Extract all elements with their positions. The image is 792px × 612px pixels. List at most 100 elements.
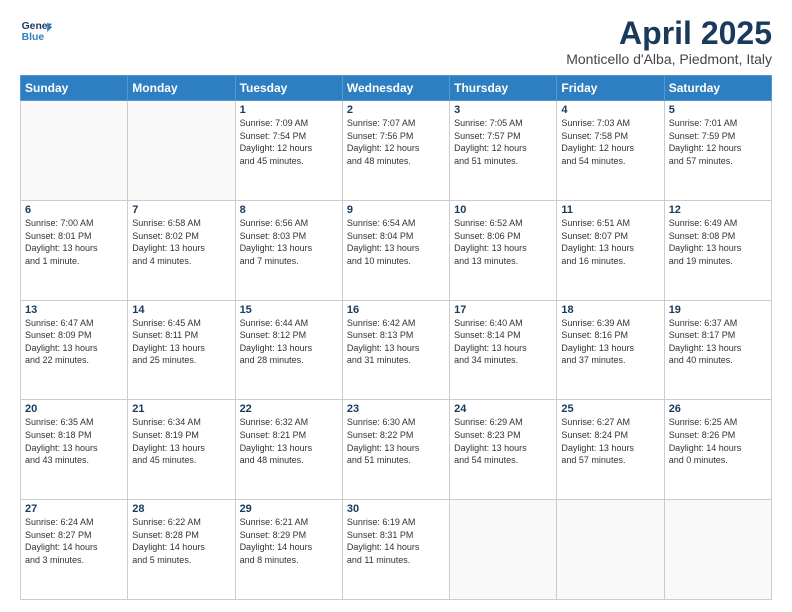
col-header-sunday: Sunday	[21, 76, 128, 101]
calendar-cell: 19Sunrise: 6:37 AMSunset: 8:17 PMDayligh…	[664, 300, 771, 400]
day-number: 15	[240, 304, 338, 316]
day-info: Sunrise: 6:32 AMSunset: 8:21 PMDaylight:…	[240, 416, 338, 466]
day-number: 12	[669, 204, 767, 216]
calendar-cell	[128, 101, 235, 201]
calendar-cell: 26Sunrise: 6:25 AMSunset: 8:26 PMDayligh…	[664, 400, 771, 500]
calendar-cell: 30Sunrise: 6:19 AMSunset: 8:31 PMDayligh…	[342, 500, 449, 600]
day-info: Sunrise: 6:24 AMSunset: 8:27 PMDaylight:…	[25, 516, 123, 566]
svg-text:Blue: Blue	[22, 32, 45, 43]
header: General Blue April 2025 Monticello d'Alb…	[20, 16, 772, 67]
day-info: Sunrise: 6:45 AMSunset: 8:11 PMDaylight:…	[132, 317, 230, 367]
day-info: Sunrise: 7:07 AMSunset: 7:56 PMDaylight:…	[347, 117, 445, 167]
day-number: 24	[454, 403, 552, 415]
calendar-cell: 21Sunrise: 6:34 AMSunset: 8:19 PMDayligh…	[128, 400, 235, 500]
day-info: Sunrise: 7:09 AMSunset: 7:54 PMDaylight:…	[240, 117, 338, 167]
day-number: 28	[132, 503, 230, 515]
week-row-4: 20Sunrise: 6:35 AMSunset: 8:18 PMDayligh…	[21, 400, 772, 500]
day-number: 3	[454, 104, 552, 116]
day-info: Sunrise: 7:03 AMSunset: 7:58 PMDaylight:…	[561, 117, 659, 167]
calendar-cell: 14Sunrise: 6:45 AMSunset: 8:11 PMDayligh…	[128, 300, 235, 400]
day-info: Sunrise: 6:39 AMSunset: 8:16 PMDaylight:…	[561, 317, 659, 367]
calendar-cell: 9Sunrise: 6:54 AMSunset: 8:04 PMDaylight…	[342, 200, 449, 300]
calendar-cell: 2Sunrise: 7:07 AMSunset: 7:56 PMDaylight…	[342, 101, 449, 201]
day-number: 20	[25, 403, 123, 415]
calendar-cell: 11Sunrise: 6:51 AMSunset: 8:07 PMDayligh…	[557, 200, 664, 300]
day-info: Sunrise: 7:05 AMSunset: 7:57 PMDaylight:…	[454, 117, 552, 167]
week-row-5: 27Sunrise: 6:24 AMSunset: 8:27 PMDayligh…	[21, 500, 772, 600]
day-number: 1	[240, 104, 338, 116]
calendar-cell: 6Sunrise: 7:00 AMSunset: 8:01 PMDaylight…	[21, 200, 128, 300]
logo: General Blue	[20, 16, 52, 48]
day-number: 16	[347, 304, 445, 316]
day-info: Sunrise: 6:52 AMSunset: 8:06 PMDaylight:…	[454, 217, 552, 267]
col-header-thursday: Thursday	[450, 76, 557, 101]
week-row-1: 1Sunrise: 7:09 AMSunset: 7:54 PMDaylight…	[21, 101, 772, 201]
day-number: 21	[132, 403, 230, 415]
calendar-cell: 24Sunrise: 6:29 AMSunset: 8:23 PMDayligh…	[450, 400, 557, 500]
day-number: 4	[561, 104, 659, 116]
day-number: 18	[561, 304, 659, 316]
day-info: Sunrise: 6:29 AMSunset: 8:23 PMDaylight:…	[454, 416, 552, 466]
calendar-cell: 5Sunrise: 7:01 AMSunset: 7:59 PMDaylight…	[664, 101, 771, 201]
calendar-cell	[21, 101, 128, 201]
day-info: Sunrise: 6:54 AMSunset: 8:04 PMDaylight:…	[347, 217, 445, 267]
calendar-cell: 23Sunrise: 6:30 AMSunset: 8:22 PMDayligh…	[342, 400, 449, 500]
day-info: Sunrise: 7:00 AMSunset: 8:01 PMDaylight:…	[25, 217, 123, 267]
day-number: 9	[347, 204, 445, 216]
day-info: Sunrise: 6:44 AMSunset: 8:12 PMDaylight:…	[240, 317, 338, 367]
day-number: 17	[454, 304, 552, 316]
calendar: SundayMondayTuesdayWednesdayThursdayFrid…	[20, 75, 772, 600]
day-info: Sunrise: 6:40 AMSunset: 8:14 PMDaylight:…	[454, 317, 552, 367]
day-info: Sunrise: 6:19 AMSunset: 8:31 PMDaylight:…	[347, 516, 445, 566]
day-number: 29	[240, 503, 338, 515]
calendar-cell: 22Sunrise: 6:32 AMSunset: 8:21 PMDayligh…	[235, 400, 342, 500]
calendar-cell: 29Sunrise: 6:21 AMSunset: 8:29 PMDayligh…	[235, 500, 342, 600]
col-header-tuesday: Tuesday	[235, 76, 342, 101]
day-number: 14	[132, 304, 230, 316]
day-info: Sunrise: 6:34 AMSunset: 8:19 PMDaylight:…	[132, 416, 230, 466]
week-row-2: 6Sunrise: 7:00 AMSunset: 8:01 PMDaylight…	[21, 200, 772, 300]
day-info: Sunrise: 6:35 AMSunset: 8:18 PMDaylight:…	[25, 416, 123, 466]
col-header-monday: Monday	[128, 76, 235, 101]
calendar-cell: 27Sunrise: 6:24 AMSunset: 8:27 PMDayligh…	[21, 500, 128, 600]
calendar-header-row: SundayMondayTuesdayWednesdayThursdayFrid…	[21, 76, 772, 101]
calendar-cell: 10Sunrise: 6:52 AMSunset: 8:06 PMDayligh…	[450, 200, 557, 300]
title-block: April 2025 Monticello d'Alba, Piedmont, …	[566, 16, 772, 67]
col-header-wednesday: Wednesday	[342, 76, 449, 101]
day-number: 23	[347, 403, 445, 415]
calendar-cell: 4Sunrise: 7:03 AMSunset: 7:58 PMDaylight…	[557, 101, 664, 201]
calendar-cell	[557, 500, 664, 600]
day-number: 27	[25, 503, 123, 515]
calendar-cell: 15Sunrise: 6:44 AMSunset: 8:12 PMDayligh…	[235, 300, 342, 400]
calendar-cell: 18Sunrise: 6:39 AMSunset: 8:16 PMDayligh…	[557, 300, 664, 400]
day-number: 30	[347, 503, 445, 515]
day-info: Sunrise: 6:47 AMSunset: 8:09 PMDaylight:…	[25, 317, 123, 367]
day-number: 7	[132, 204, 230, 216]
calendar-cell: 25Sunrise: 6:27 AMSunset: 8:24 PMDayligh…	[557, 400, 664, 500]
day-info: Sunrise: 6:51 AMSunset: 8:07 PMDaylight:…	[561, 217, 659, 267]
day-info: Sunrise: 6:37 AMSunset: 8:17 PMDaylight:…	[669, 317, 767, 367]
calendar-cell: 20Sunrise: 6:35 AMSunset: 8:18 PMDayligh…	[21, 400, 128, 500]
day-info: Sunrise: 6:27 AMSunset: 8:24 PMDaylight:…	[561, 416, 659, 466]
day-info: Sunrise: 6:42 AMSunset: 8:13 PMDaylight:…	[347, 317, 445, 367]
month-title: April 2025	[566, 16, 772, 51]
col-header-friday: Friday	[557, 76, 664, 101]
day-number: 22	[240, 403, 338, 415]
calendar-cell: 1Sunrise: 7:09 AMSunset: 7:54 PMDaylight…	[235, 101, 342, 201]
day-info: Sunrise: 6:30 AMSunset: 8:22 PMDaylight:…	[347, 416, 445, 466]
day-info: Sunrise: 7:01 AMSunset: 7:59 PMDaylight:…	[669, 117, 767, 167]
day-number: 8	[240, 204, 338, 216]
day-info: Sunrise: 6:58 AMSunset: 8:02 PMDaylight:…	[132, 217, 230, 267]
calendar-cell: 12Sunrise: 6:49 AMSunset: 8:08 PMDayligh…	[664, 200, 771, 300]
day-number: 19	[669, 304, 767, 316]
calendar-cell	[664, 500, 771, 600]
location: Monticello d'Alba, Piedmont, Italy	[566, 51, 772, 67]
day-info: Sunrise: 6:56 AMSunset: 8:03 PMDaylight:…	[240, 217, 338, 267]
day-number: 5	[669, 104, 767, 116]
logo-icon: General Blue	[20, 16, 52, 48]
day-info: Sunrise: 6:22 AMSunset: 8:28 PMDaylight:…	[132, 516, 230, 566]
day-number: 25	[561, 403, 659, 415]
page: General Blue April 2025 Monticello d'Alb…	[0, 0, 792, 612]
calendar-cell: 3Sunrise: 7:05 AMSunset: 7:57 PMDaylight…	[450, 101, 557, 201]
day-number: 2	[347, 104, 445, 116]
